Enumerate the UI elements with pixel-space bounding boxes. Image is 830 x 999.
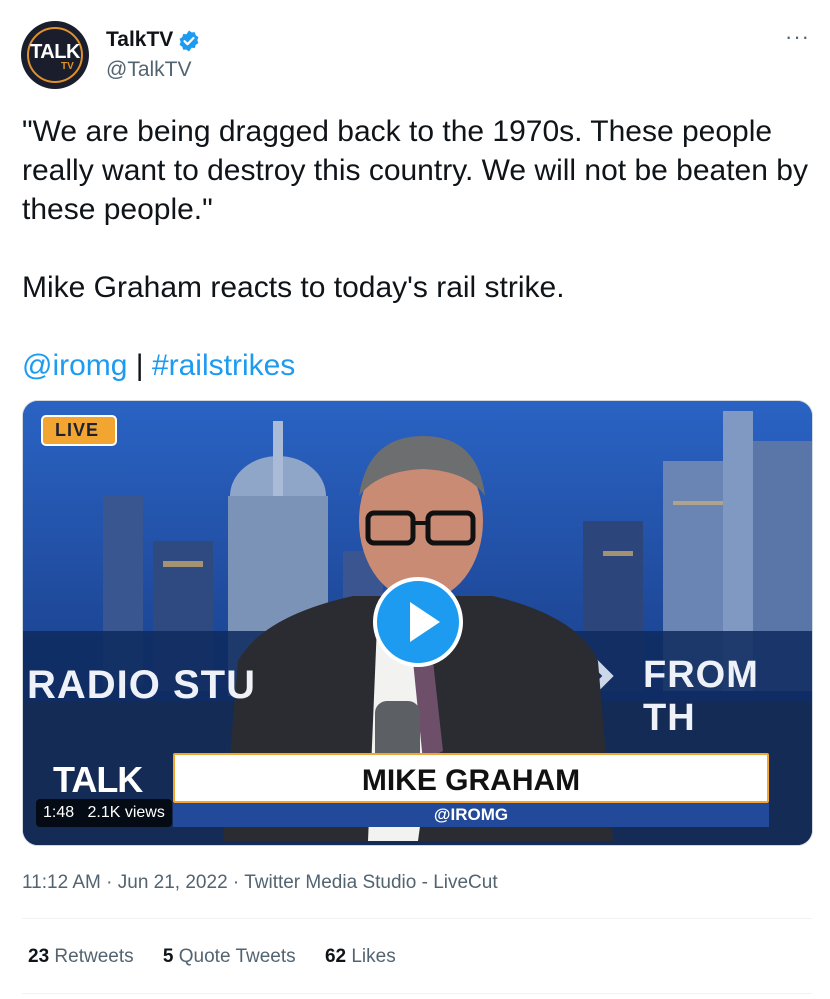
author-handle[interactable]: @TalkTV [106,58,192,82]
background-text-right: FROM TH [643,654,759,739]
tag-separator: | [127,349,152,382]
retweets-stat[interactable]: 23 Retweets [28,946,134,967]
lower-third-handle: @IROMG [173,803,769,827]
lower-third: MIKE GRAHAM [173,753,769,803]
retweets-label: Retweets [54,946,134,967]
video-info-overlay: 1:48 2.1K views [36,799,172,827]
tweet-text: "We are being dragged back to the 1970s.… [22,112,812,385]
talk-logo: TALK [53,759,143,800]
author-name[interactable]: TalkTV [106,28,173,52]
divider [22,993,812,994]
video-views: 2.1K views [87,804,165,821]
tweet-stats: 23 Retweets 5 Quote Tweets 62 Likes [28,946,420,968]
more-options-icon[interactable]: ··· [785,24,810,50]
tweet-caption: Mike Graham reacts to today's rail strik… [22,271,565,304]
live-badge: LIVE [41,415,118,446]
retweets-count: 23 [28,946,50,967]
play-button-icon[interactable] [373,577,463,667]
quote-tweets-stat[interactable]: 5 Quote Tweets [163,946,296,967]
avatar[interactable]: TALK TV [21,21,89,89]
avatar-logo-text: TALK [30,41,80,63]
quote-tweets-count: 5 [162,946,174,967]
tweet-quote: "We are being dragged back to the 1970s.… [22,115,808,226]
video-duration: 1:48 [43,804,75,821]
background-text-left: RADIO STU [27,663,256,707]
meta-sep-1: · [100,872,118,893]
hashtag-link[interactable]: #railstrikes [152,349,295,382]
likes-label: Likes [351,946,396,967]
tweet-time[interactable]: 11:12 AM [22,872,101,893]
meta-sep-2: · [227,872,245,893]
tweet-source[interactable]: Twitter Media Studio - LiveCut [244,872,497,893]
verified-badge-icon [179,30,199,52]
video-player[interactable]: LIVE RADIO STU FROM TH TALK MIKE GRAHAM … [22,400,813,846]
quote-tweets-label: Quote Tweets [178,946,296,967]
tweet-tags: @iromg | #railstrikes [22,346,812,385]
tweet-date[interactable]: Jun 21, 2022 [118,872,228,893]
likes-stat[interactable]: 62 Likes [325,946,396,967]
likes-count: 62 [324,946,347,967]
lower-third-name: MIKE GRAHAM [361,764,581,797]
avatar-logo-sub: TV [61,61,74,72]
divider [22,918,812,919]
tweet-meta: 11:12 AM · Jun 21, 2022 · Twitter Media … [22,872,498,894]
mention-link[interactable]: @iromg [22,349,127,382]
